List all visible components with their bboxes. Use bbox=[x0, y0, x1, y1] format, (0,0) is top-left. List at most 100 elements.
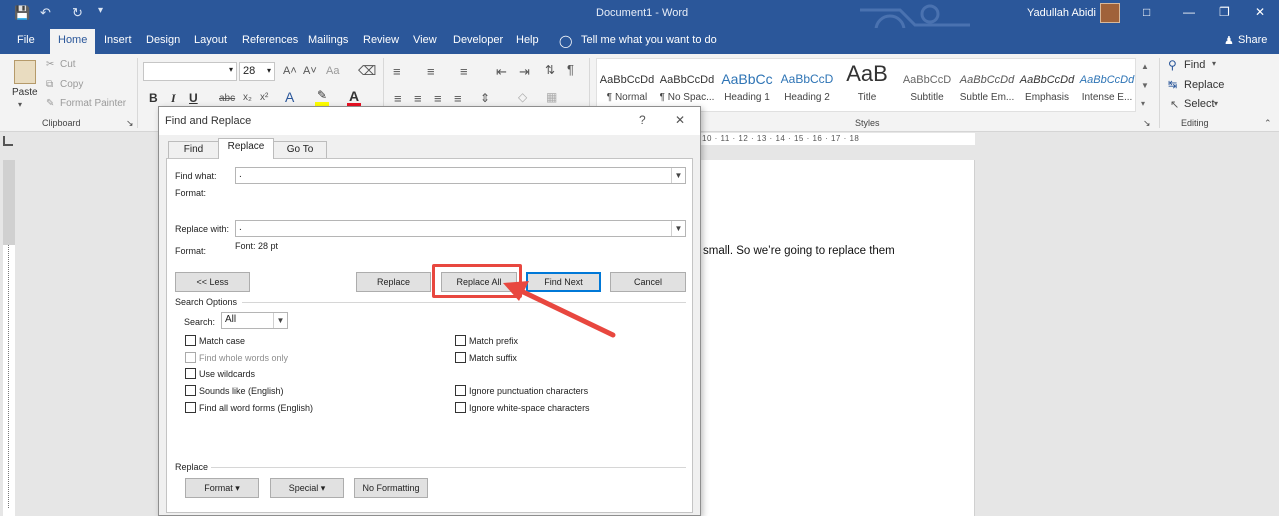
tab-home[interactable]: Home bbox=[50, 29, 96, 54]
style-normal-sample[interactable]: AaBbCcDd bbox=[597, 74, 657, 86]
replace-button[interactable]: Replace bbox=[1184, 79, 1224, 91]
tab-find[interactable]: Find bbox=[168, 141, 219, 158]
search-direction-select[interactable]: All ▼ bbox=[221, 312, 288, 329]
less-button[interactable]: << Less bbox=[175, 272, 250, 292]
clipboard-launcher-icon[interactable]: ↘ bbox=[126, 118, 134, 129]
shading-icon[interactable]: ◇ bbox=[518, 90, 527, 104]
ignore-whitespace-checkbox[interactable] bbox=[455, 402, 466, 413]
tab-insert[interactable]: Insert bbox=[104, 34, 132, 46]
find-dropdown-icon[interactable]: ▾ bbox=[1212, 59, 1216, 68]
redo-icon[interactable]: ↻ bbox=[72, 5, 83, 21]
match-suffix-checkbox[interactable] bbox=[455, 352, 466, 363]
ignore-punctuation-checkbox[interactable] bbox=[455, 385, 466, 396]
minimize-icon[interactable]: — bbox=[1183, 5, 1195, 19]
tab-goto[interactable]: Go To bbox=[273, 141, 327, 158]
tab-help[interactable]: Help bbox=[516, 34, 539, 46]
borders-icon[interactable]: ▦ bbox=[546, 90, 557, 104]
style-emphasis-sample[interactable]: AaBbCcDd bbox=[1017, 74, 1077, 86]
style-intense-emphasis-sample[interactable]: AaBbCcDd bbox=[1077, 74, 1137, 86]
undo-icon[interactable]: ↶ bbox=[40, 5, 51, 21]
styles-more-icon[interactable]: ▾ bbox=[1141, 99, 1145, 108]
multilevel-list-icon[interactable]: ≡ bbox=[460, 64, 468, 79]
style-subtle-emphasis[interactable]: Subtle Em... bbox=[957, 92, 1017, 103]
font-name-box[interactable]: ▾ bbox=[143, 62, 237, 81]
chevron-down-icon[interactable]: ▼ bbox=[273, 313, 287, 328]
style-heading1[interactable]: Heading 1 bbox=[717, 92, 777, 103]
replace-button[interactable]: Replace bbox=[356, 272, 431, 292]
style-subtitle-sample[interactable]: AaBbCcD bbox=[897, 74, 957, 86]
numbering-icon[interactable]: ≡ bbox=[427, 64, 435, 79]
restore-icon[interactable]: ❐ bbox=[1219, 5, 1230, 19]
tab-design[interactable]: Design bbox=[146, 34, 180, 46]
styles-launcher-icon[interactable]: ↘ bbox=[1143, 118, 1151, 129]
style-heading2[interactable]: Heading 2 bbox=[777, 92, 837, 103]
sort-icon[interactable]: ⇅ bbox=[545, 63, 555, 77]
copy-button[interactable]: Copy bbox=[60, 79, 83, 90]
ribbon-display-icon[interactable]: □ bbox=[1143, 5, 1150, 19]
no-formatting-button[interactable]: No Formatting bbox=[354, 478, 428, 498]
style-heading2-sample[interactable]: AaBbCcD bbox=[777, 72, 837, 86]
match-prefix-checkbox[interactable] bbox=[455, 335, 466, 346]
replace-with-input[interactable]: . ▼ bbox=[235, 220, 686, 237]
highlighter-icon[interactable]: ✎ bbox=[317, 88, 327, 102]
style-subtitle[interactable]: Subtitle bbox=[897, 92, 957, 103]
grow-font-button[interactable]: A˄ bbox=[283, 65, 297, 77]
tab-mailings[interactable]: Mailings bbox=[308, 34, 348, 46]
style-normal[interactable]: ¶ Normal bbox=[597, 92, 657, 103]
style-emphasis[interactable]: Emphasis bbox=[1017, 92, 1077, 103]
special-button[interactable]: Special ▾ bbox=[270, 478, 344, 498]
sounds-like-checkbox[interactable] bbox=[185, 385, 196, 396]
pilcrow-icon[interactable]: ¶ bbox=[567, 62, 574, 77]
tab-references[interactable]: References bbox=[242, 34, 298, 46]
align-left-icon[interactable]: ≡ bbox=[394, 91, 402, 106]
share-button[interactable]: Share bbox=[1238, 34, 1267, 46]
cut-button[interactable]: Cut bbox=[60, 59, 76, 70]
find-what-input[interactable]: . ▼ bbox=[235, 167, 686, 184]
chevron-down-icon[interactable]: ▼ bbox=[671, 168, 685, 183]
superscript-button[interactable]: x² bbox=[260, 92, 268, 103]
change-case-button[interactable]: Aa bbox=[326, 65, 339, 77]
word-forms-checkbox[interactable] bbox=[185, 402, 196, 413]
style-heading1-sample[interactable]: AaBbCc bbox=[717, 71, 777, 87]
style-title-sample[interactable]: AaB bbox=[837, 61, 897, 87]
styles-scroll-up-icon[interactable]: ▲ bbox=[1141, 62, 1149, 71]
style-no-spacing[interactable]: ¶ No Spac... bbox=[657, 92, 717, 103]
tab-view[interactable]: View bbox=[413, 34, 437, 46]
select-button[interactable]: Select bbox=[1184, 98, 1215, 110]
tab-review[interactable]: Review bbox=[363, 34, 399, 46]
justify-icon[interactable]: ≡ bbox=[454, 91, 462, 106]
save-icon[interactable]: 💾 bbox=[14, 5, 30, 21]
find-button[interactable]: Find bbox=[1184, 59, 1205, 71]
user-name[interactable]: Yadullah Abidi bbox=[1027, 7, 1096, 19]
paste-dropdown-icon[interactable]: ▾ bbox=[18, 100, 22, 109]
tab-file[interactable]: File bbox=[17, 34, 35, 46]
style-no-spacing-sample[interactable]: AaBbCcDd bbox=[657, 74, 717, 86]
close-icon[interactable]: ✕ bbox=[1255, 5, 1265, 19]
increase-indent-icon[interactable]: ⇥ bbox=[519, 64, 530, 80]
tab-developer[interactable]: Developer bbox=[453, 34, 503, 46]
align-center-icon[interactable]: ≡ bbox=[414, 91, 422, 106]
subscript-button[interactable]: x₂ bbox=[243, 92, 252, 103]
style-intense-emphasis[interactable]: Intense E... bbox=[1077, 92, 1137, 103]
italic-button[interactable]: I bbox=[171, 91, 176, 106]
font-size-box[interactable]: 28 ▾ bbox=[239, 62, 275, 81]
underline-button[interactable]: U bbox=[189, 91, 198, 105]
align-right-icon[interactable]: ≡ bbox=[434, 91, 442, 106]
styles-scroll-down-icon[interactable]: ▼ bbox=[1141, 81, 1149, 90]
paste-button[interactable]: Paste bbox=[12, 87, 38, 98]
font-color-icon[interactable]: A bbox=[349, 88, 359, 104]
collapse-ribbon-icon[interactable]: ⌃ bbox=[1264, 118, 1272, 129]
document-page[interactable]: small. So we’re going to replace them bbox=[700, 160, 975, 516]
tab-selector-icon[interactable] bbox=[3, 136, 13, 146]
bold-button[interactable]: B bbox=[149, 91, 158, 105]
select-dropdown-icon[interactable]: ▾ bbox=[1214, 99, 1218, 108]
format-painter-button[interactable]: Format Painter bbox=[60, 98, 126, 109]
text-effects-icon[interactable]: A bbox=[285, 89, 294, 105]
help-button[interactable]: ? bbox=[639, 113, 646, 127]
tell-me-input[interactable]: Tell me what you want to do bbox=[581, 34, 717, 46]
shrink-font-button[interactable]: A˅ bbox=[303, 65, 317, 77]
style-subtle-emphasis-sample[interactable]: AaBbCcDd bbox=[957, 74, 1017, 86]
format-button[interactable]: Format ▾ bbox=[185, 478, 259, 498]
avatar[interactable] bbox=[1100, 3, 1120, 23]
customize-toolbar-icon[interactable]: ▾ bbox=[98, 5, 103, 16]
